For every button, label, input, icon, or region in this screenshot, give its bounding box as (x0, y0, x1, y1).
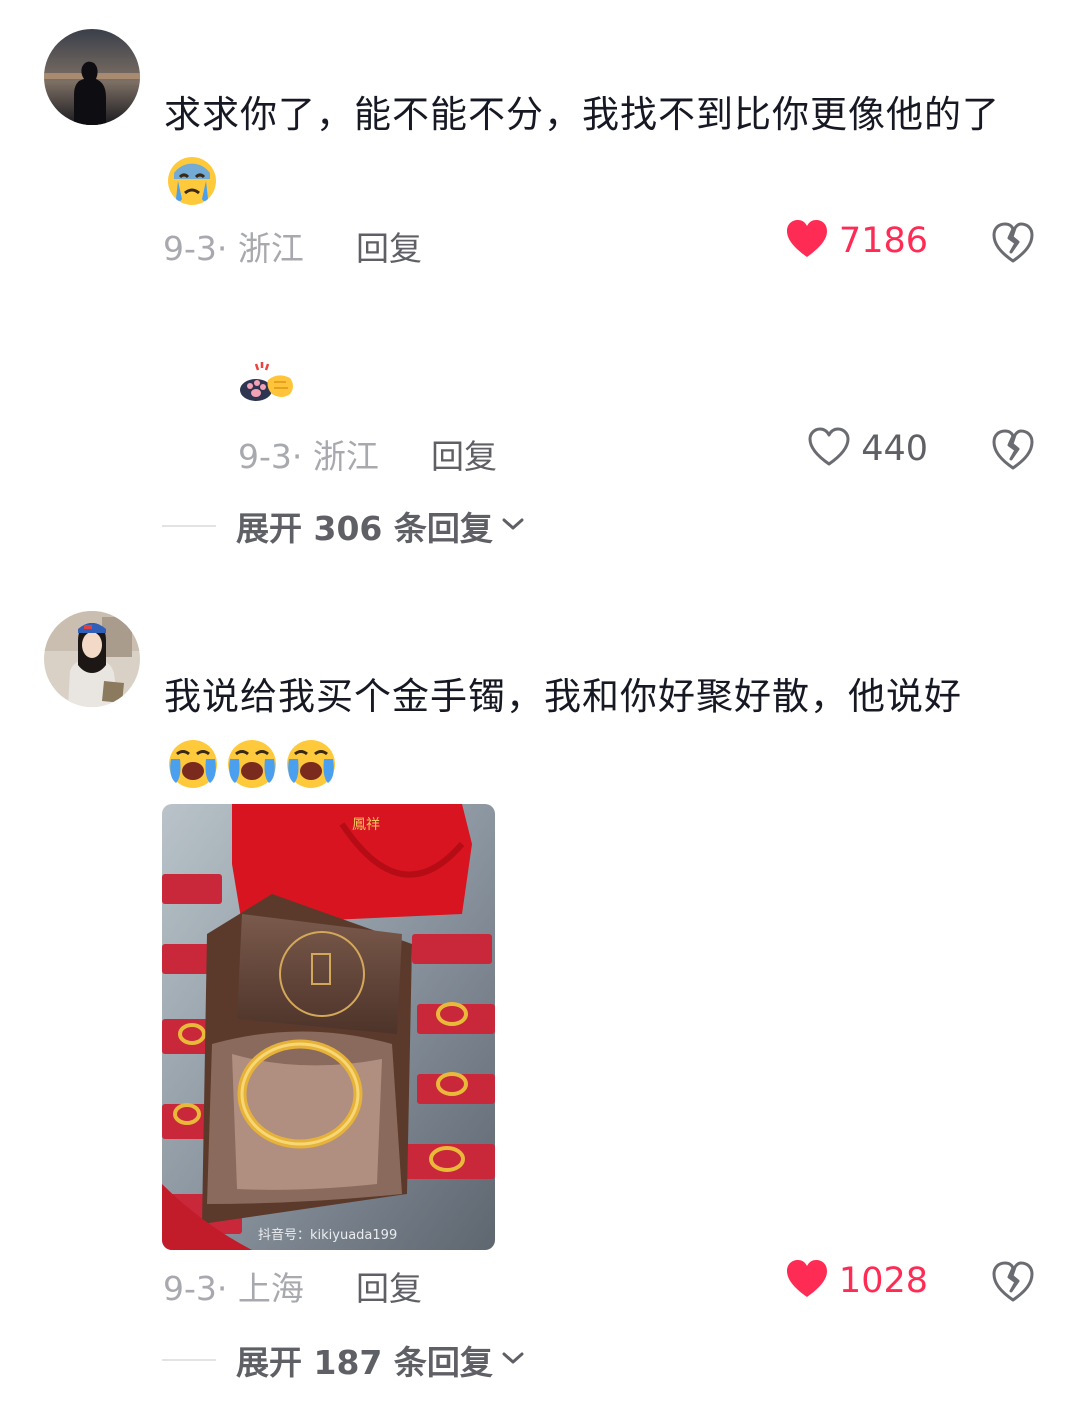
reply-meta: 9-3· 浙江 (238, 437, 379, 476)
comment-date: 9-3 (163, 229, 217, 268)
like-button[interactable]: 1028 (785, 1259, 928, 1303)
reply-button[interactable]: 回复 (356, 1262, 422, 1310)
dislike-button[interactable] (991, 1261, 1035, 1307)
heart-filled-icon (785, 219, 829, 263)
svg-text:鳳祥: 鳳祥 (352, 817, 380, 833)
chevron-down-icon (501, 516, 525, 536)
comment-location: 上海 (237, 1269, 304, 1308)
comment-meta: 9-3· 浙江 (163, 229, 304, 268)
reply-button[interactable]: 回复 (356, 222, 422, 270)
comment-image[interactable]: 鳳祥 抖音号：kikiyuada199 (162, 804, 495, 1250)
comment-location: 浙江 (237, 229, 304, 268)
comment-date: 9-3 (163, 1269, 217, 1308)
broken-heart-icon (991, 222, 1035, 268)
expand-replies-button[interactable]: 展开 306 条回复 (162, 502, 525, 550)
paw-fistbump-emoji (238, 360, 296, 408)
chevron-down-icon (501, 1350, 525, 1370)
like-count: 1028 (838, 1261, 928, 1301)
expand-replies-label: 展开 306 条回复 (236, 509, 493, 548)
expand-replies-button[interactable]: 展开 187 条回复 (162, 1336, 525, 1384)
like-button[interactable]: 440 (807, 427, 928, 471)
avatar[interactable] (44, 29, 140, 125)
crying-face-emoji (166, 155, 218, 211)
loudly-crying-face-emoji (284, 737, 338, 795)
loudly-crying-face-emoji (166, 737, 220, 795)
loudly-crying-face-emoji (225, 737, 279, 795)
reply-button[interactable]: 回复 (431, 430, 497, 478)
broken-heart-icon (991, 429, 1035, 475)
divider (162, 525, 216, 527)
avatar[interactable] (44, 611, 140, 707)
broken-heart-icon (991, 1261, 1035, 1307)
comment-meta: 9-3· 上海 (163, 1269, 304, 1308)
dislike-button[interactable] (991, 429, 1035, 475)
dislike-button[interactable] (991, 222, 1035, 268)
image-watermark: 抖音号：kikiyuada199 (258, 1228, 398, 1243)
divider (162, 1359, 216, 1361)
like-count: 7186 (838, 221, 928, 261)
like-count: 440 (861, 429, 928, 469)
reply-date: 9-3 (238, 437, 292, 476)
like-button[interactable]: 7186 (785, 219, 928, 263)
expand-replies-label: 展开 187 条回复 (236, 1343, 493, 1382)
heart-filled-icon (785, 1259, 829, 1303)
reply-location: 浙江 (312, 437, 379, 476)
comment-text: 我说给我买个金手镯，我和你好聚好散，他说好 (164, 675, 962, 718)
heart-outline-icon (807, 427, 851, 471)
comment-text: 求求你了，能不能不分，我找不到比你更像他的了 (164, 93, 1000, 136)
